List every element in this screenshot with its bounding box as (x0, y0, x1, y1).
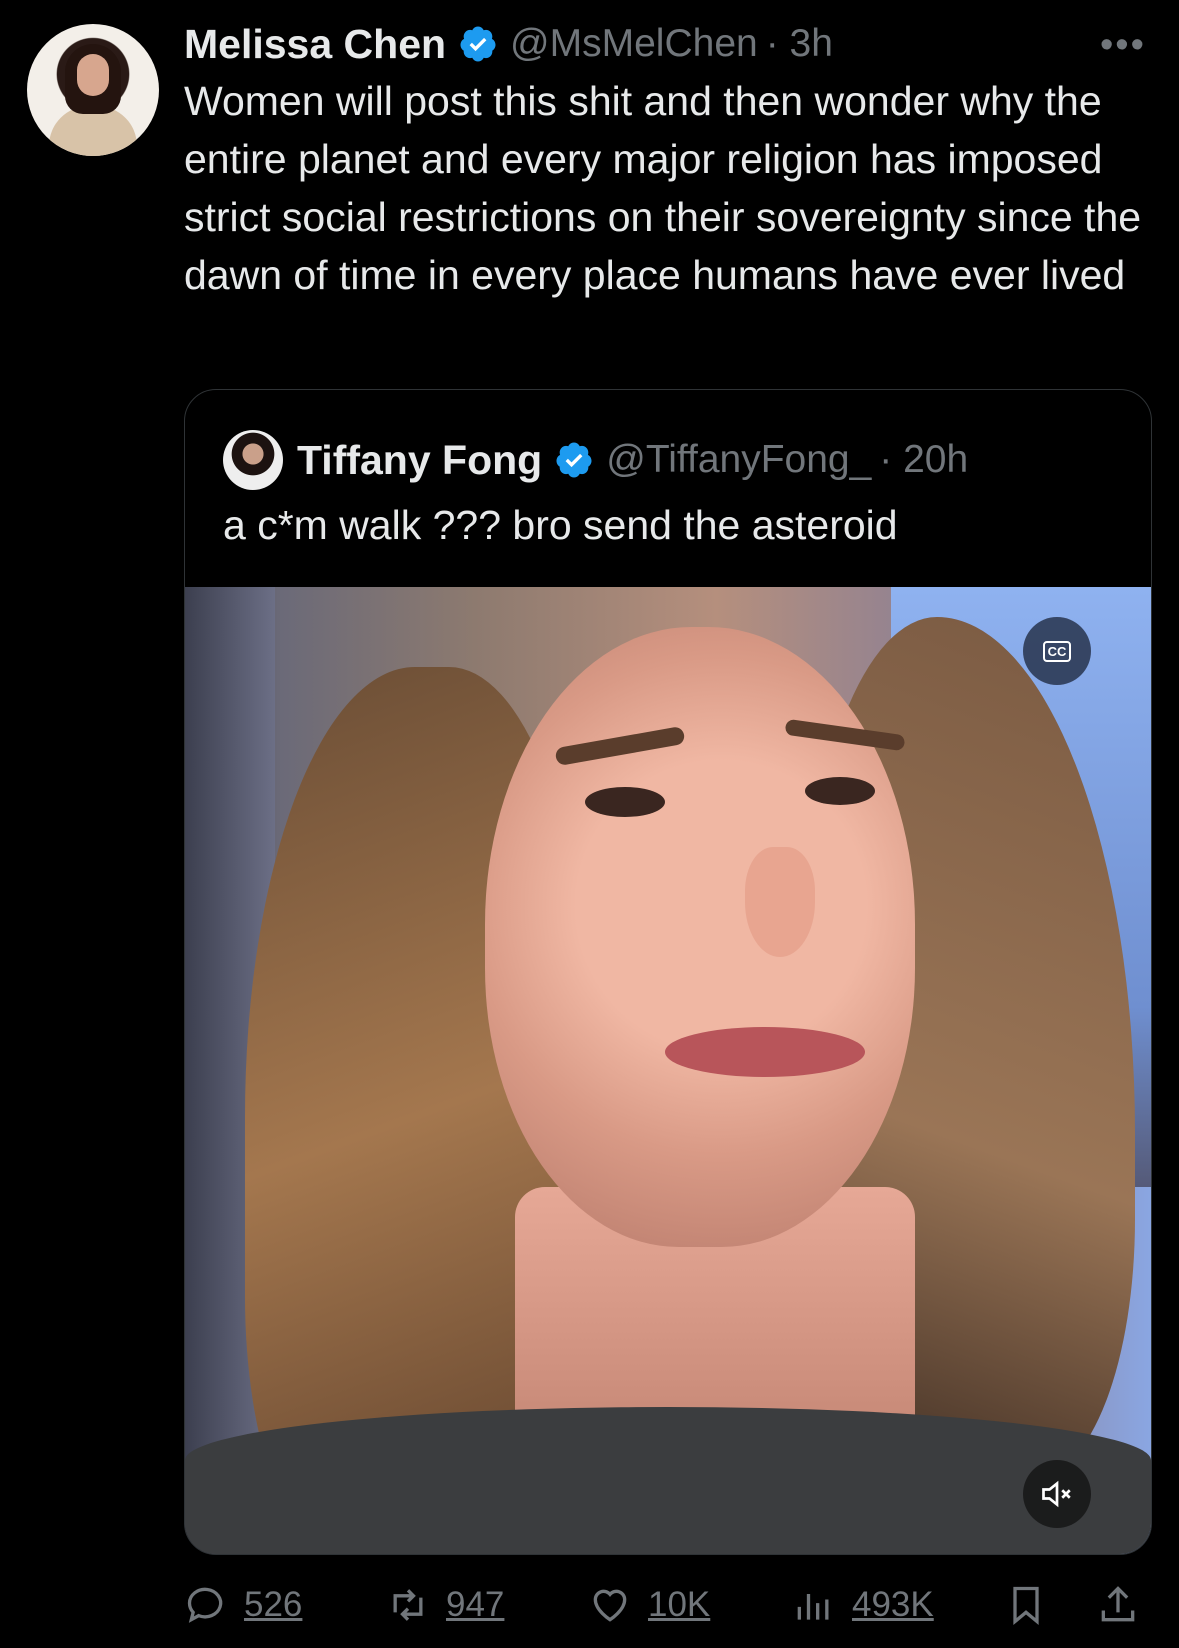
mute-button[interactable] (1023, 1460, 1091, 1528)
tweet-header: Melissa Chen @MsMelChen · 3h (184, 18, 833, 70)
muted-speaker-icon (1042, 1480, 1071, 1508)
retweet-button[interactable]: 947 (386, 1580, 504, 1630)
video-eye-left (585, 787, 665, 817)
share-button[interactable] (1096, 1580, 1140, 1630)
views-button[interactable]: 493K (792, 1580, 934, 1630)
author-avatar[interactable] (27, 24, 159, 156)
like-button[interactable]: 10K (588, 1580, 710, 1630)
verified-badge-icon (460, 26, 496, 62)
retweet-icon (393, 1589, 423, 1621)
video-nose (745, 847, 815, 957)
video-face (485, 627, 915, 1247)
retweet-count: 947 (446, 1585, 505, 1624)
more-horizontal-icon[interactable]: ••• (1100, 24, 1146, 67)
video-player[interactable]: CC (185, 587, 1151, 1554)
video-mouth (665, 1027, 865, 1077)
tweet-text: Women will post this shit and then wonde… (184, 78, 1142, 298)
quoted-tweet-time: · 20h (879, 438, 969, 481)
tweet-time[interactable]: · 3h (766, 22, 833, 66)
quoted-tweet-text: a c*m walk ??? bro send the asteroid (223, 502, 898, 548)
tweet-actions: 526 947 10K 493K (184, 1580, 1150, 1630)
quoted-tweet[interactable]: Tiffany Fong @TiffanyFong_ · 20h a c*m w… (184, 389, 1152, 1555)
verified-badge-icon (556, 442, 592, 478)
video-eye-right (805, 777, 875, 805)
video-shirt (185, 1407, 1151, 1554)
bookmark-icon (1013, 1586, 1039, 1626)
reply-count: 526 (244, 1585, 303, 1624)
cc-icon: CC (1042, 640, 1072, 662)
views-count: 493K (852, 1585, 934, 1624)
quoted-author-handle: @TiffanyFong_ (606, 438, 872, 481)
author-name[interactable]: Melissa Chen (184, 21, 446, 68)
like-count: 10K (648, 1585, 711, 1624)
share-icon (1101, 1586, 1135, 1622)
views-chart-icon (797, 1594, 829, 1620)
quoted-author-name: Tiffany Fong (297, 436, 543, 483)
quoted-tweet-header: Tiffany Fong @TiffanyFong_ · 20h (297, 432, 968, 488)
reply-icon (187, 1587, 223, 1623)
avatar-face (77, 54, 109, 96)
bookmark-button[interactable] (1004, 1580, 1048, 1630)
author-handle[interactable]: @MsMelChen (510, 22, 758, 66)
heart-icon (593, 1589, 627, 1622)
reply-button[interactable]: 526 (184, 1580, 302, 1630)
captions-button[interactable]: CC (1023, 617, 1091, 685)
quoted-author-avatar (223, 430, 283, 490)
